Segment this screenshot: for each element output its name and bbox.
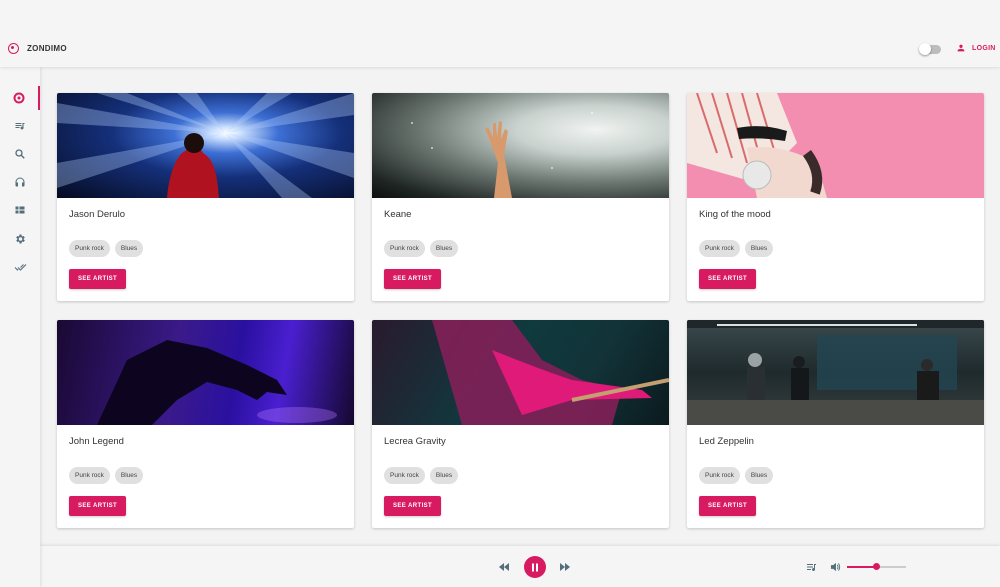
sidebar-item-done[interactable] [0,255,40,279]
pause-button[interactable] [524,556,546,578]
next-button[interactable] [559,561,571,573]
app-name: ZONDIMO [27,44,67,53]
playlist-icon [15,123,25,130]
toggle-knob [919,43,931,55]
genre-chips: Punk rock Blues [384,240,459,257]
band-studio [687,320,984,425]
player-bar [40,546,1000,587]
woman-headphones [687,93,827,198]
record-icon [13,92,25,104]
guitarist [432,320,669,425]
sidebar-item-settings[interactable] [0,227,40,251]
artist-photo [57,93,354,198]
see-artist-button[interactable]: SEE ARTIST [699,496,757,516]
volume-icon [830,562,840,572]
genre-chip[interactable]: Blues [114,240,144,257]
fast-forward-icon [560,563,570,571]
artist-card: Jason Derulo Punk rock Blues SEE ARTIST [57,93,354,301]
artist-card: Lecrea Gravity Punk rock Blues SEE ARTIS… [372,320,669,528]
see-artist-button[interactable]: SEE ARTIST [699,269,757,289]
artist-name: Led Zeppelin [699,436,754,447]
hand-silhouette [97,340,337,425]
previous-button[interactable] [498,561,510,573]
login-button[interactable]: LOGIN [956,43,996,53]
artist-card: Keane Punk rock Blues SEE ARTIST [372,93,669,301]
sidebar-item-dashboard[interactable] [0,198,40,222]
artist-photo [57,320,354,425]
genre-chip[interactable]: Blues [744,240,774,257]
headphones-icon [15,177,25,187]
see-artist-button[interactable]: SEE ARTIST [384,496,442,516]
sidebar-item-listen[interactable] [0,170,40,194]
artist-photo [687,93,984,198]
genre-chip[interactable]: Punk rock [384,240,425,257]
sidebar-item-playlist[interactable] [0,114,40,138]
theme-toggle[interactable] [919,43,941,55]
search-icon [15,149,25,159]
pause-icon [532,563,538,571]
see-artist-button[interactable]: SEE ARTIST [384,269,442,289]
artist-card: John Legend Punk rock Blues SEE ARTIST [57,320,354,528]
genre-chip[interactable]: Punk rock [699,240,740,257]
see-artist-button[interactable]: SEE ARTIST [69,269,127,289]
top-app-bar: ZONDIMO LOGIN [0,0,1000,67]
crowd-hand [411,112,593,198]
brand[interactable]: ZONDIMO [8,43,67,54]
see-artist-button[interactable]: SEE ARTIST [69,496,127,516]
sidebar-item-home[interactable] [0,86,40,110]
genre-chips: Punk rock Blues [69,467,144,484]
genre-chip[interactable]: Blues [429,467,459,484]
genre-chip[interactable]: Blues [114,467,144,484]
artist-photo [372,320,669,425]
light-beams [57,93,354,198]
artist-photo [687,320,984,425]
sidebar-nav [0,67,40,587]
queue-button[interactable] [806,561,818,573]
genre-chip[interactable]: Punk rock [384,467,425,484]
dashboard-icon [15,206,25,214]
artist-name: John Legend [69,436,124,447]
artist-name: Lecrea Gravity [384,436,446,447]
artist-photo [372,93,669,198]
genre-chips: Punk rock Blues [699,467,774,484]
genre-chips: Punk rock Blues [69,240,144,257]
genre-chip[interactable]: Blues [744,467,774,484]
genre-chip[interactable]: Punk rock [69,240,110,257]
fast-rewind-icon [499,563,509,571]
artist-name: Jason Derulo [69,209,125,220]
volume-slider[interactable] [847,563,906,570]
genre-chip[interactable]: Punk rock [699,467,740,484]
sidebar-item-search[interactable] [0,142,40,166]
artist-name: King of the mood [699,209,771,220]
artist-card: King of the mood Punk rock Blues SEE ART… [687,93,984,301]
genre-chip[interactable]: Blues [429,240,459,257]
genre-chips: Punk rock Blues [699,240,774,257]
volume-slider-thumb[interactable] [873,563,880,570]
logo-icon [8,43,19,54]
volume-button[interactable] [829,561,841,573]
genre-chips: Punk rock Blues [384,467,459,484]
artist-card: Led Zeppelin Punk rock Blues SEE ARTIST [687,320,984,528]
artist-name: Keane [384,209,412,220]
genre-chip[interactable]: Punk rock [69,467,110,484]
queue-icon [807,563,816,571]
done-all-icon [14,264,26,271]
person-icon [957,44,965,52]
login-label: LOGIN [972,44,996,52]
settings-icon [16,234,25,244]
